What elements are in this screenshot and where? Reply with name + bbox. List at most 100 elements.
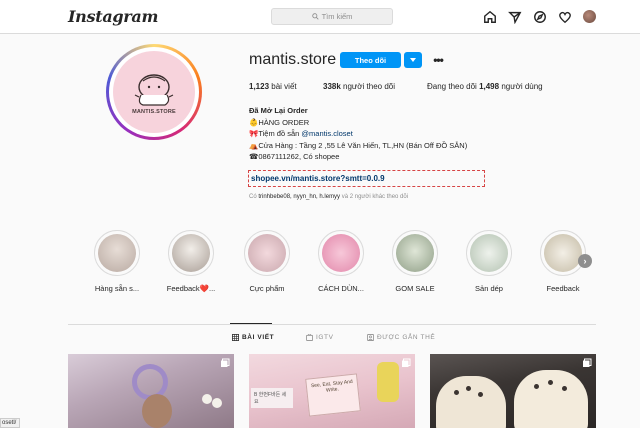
highlight-cover	[544, 234, 582, 272]
mantis-logo-icon	[134, 74, 174, 106]
post-image-detail	[478, 392, 483, 397]
highlight-item[interactable]: Sản dép	[460, 230, 518, 293]
highlight-ring	[540, 230, 586, 276]
tab-igtv-label: IGTV	[316, 334, 334, 341]
highlight-item[interactable]: Feedback❤️...	[162, 230, 220, 293]
bio-line: 👶HÀNG ORDER	[249, 117, 310, 127]
instagram-logo[interactable]: Instagram	[68, 7, 158, 26]
explore-icon[interactable]	[532, 9, 547, 24]
post-image-detail	[142, 394, 172, 428]
highlight-ring	[318, 230, 364, 276]
following-count-label: người dùng	[501, 82, 543, 91]
search-input[interactable]: Tìm kiếm	[271, 8, 393, 25]
story-highlights: Hàng sẵn s... Feedback❤️... Cực phẩm CÁC…	[88, 230, 588, 296]
highlight-cover	[396, 234, 434, 272]
status-bar-url: osetl/	[0, 418, 20, 428]
avatar	[583, 10, 596, 23]
followers-count[interactable]: 338k người theo dõi	[323, 82, 395, 91]
carousel-icon	[221, 358, 230, 367]
highlights-next-button[interactable]: ›	[578, 254, 592, 268]
posts-count-label: bài viết	[271, 82, 297, 91]
tab-posts-label: BÀI VIẾT	[242, 334, 275, 341]
highlight-label: CÁCH DÙN...	[318, 284, 364, 293]
highlight-ring	[168, 230, 214, 276]
post-thumbnail[interactable]	[430, 354, 596, 428]
post-card-text: B 한번F바든 세요	[251, 388, 293, 408]
highlight-label: Hàng sẵn s...	[94, 284, 140, 293]
post-image-detail	[202, 394, 212, 404]
post-image-detail	[436, 376, 506, 428]
highlight-ring	[466, 230, 512, 276]
bio-external-link[interactable]: shopee.vn/mantis.store?smtt=0.0.9	[248, 170, 485, 187]
post-image-detail	[548, 380, 553, 385]
tabs-divider	[68, 324, 596, 325]
post-image-detail	[466, 386, 471, 391]
home-icon[interactable]	[482, 9, 497, 24]
profile-avatar[interactable]	[582, 9, 597, 24]
bio-line: ☎0867111262, Có shopee	[249, 152, 340, 161]
highlight-label: Cực phẩm	[249, 284, 285, 293]
highlight-item[interactable]: GOM SALE	[386, 230, 444, 293]
profile-picture-ring[interactable]: MANTIS.STORE	[106, 44, 202, 140]
followed-by-text[interactable]: Có trinhbebe08, nyyn_hn, h.lemyy và 2 ng…	[249, 194, 408, 200]
grid-icon	[232, 334, 239, 341]
highlight-cover	[98, 234, 136, 272]
posts-count: 1,123 bài viết	[249, 82, 297, 91]
suggested-accounts-button[interactable]	[404, 52, 422, 68]
igtv-icon	[306, 334, 313, 341]
tab-igtv[interactable]: IGTV	[306, 334, 334, 341]
followed-by-suffix: và 2 người khác theo dõi	[341, 194, 409, 200]
post-image-detail	[514, 370, 588, 428]
highlight-ring	[94, 230, 140, 276]
bio-name: Đã Mở Lại Order	[249, 106, 308, 115]
followers-count-value: 338k	[323, 82, 341, 91]
post-thumbnail[interactable]: B 한번F바든 세요 See, Eat, Stay And Write.	[249, 354, 415, 428]
posts-count-value: 1,123	[249, 82, 270, 91]
highlight-cover	[172, 234, 210, 272]
more-options-button[interactable]: •••	[430, 52, 446, 68]
profile-picture: MANTIS.STORE	[113, 51, 195, 133]
tab-tagged[interactable]: ĐƯỢC GẮN THẺ	[367, 334, 435, 341]
followed-by-prefix: Có	[249, 194, 257, 200]
followers-count-label: người theo dõi	[343, 82, 395, 91]
highlight-cover	[470, 234, 508, 272]
post-image-detail	[454, 390, 459, 395]
profile-username: mantis.store	[249, 51, 337, 68]
carousel-icon	[402, 358, 411, 367]
carousel-icon	[583, 358, 592, 367]
highlight-item[interactable]: CÁCH DÙN...	[312, 230, 370, 293]
bio-line: 🎀Tiệm đồ sẵn @mantis.closet	[249, 128, 467, 140]
tab-posts[interactable]: BÀI VIẾT	[232, 334, 274, 341]
highlight-cover	[248, 234, 286, 272]
followed-by-names: trinhbebe08, nyyn_hn, h.lemyy	[258, 194, 341, 200]
tab-tagged-label: ĐƯỢC GẮN THẺ	[377, 334, 436, 341]
chevron-down-icon	[410, 58, 416, 62]
direct-message-icon[interactable]	[507, 9, 522, 24]
nav-icons	[482, 9, 597, 24]
highlight-label: GOM SALE	[395, 284, 435, 293]
following-count[interactable]: Đang theo dõi 1,498 người dùng	[427, 82, 543, 91]
highlight-label: Sản dép	[475, 284, 503, 293]
bio-mention-link[interactable]: @mantis.closet	[301, 129, 352, 138]
following-count-prefix: Đang theo dõi	[427, 82, 477, 91]
post-image-detail	[534, 384, 539, 389]
profile-picture-border: MANTIS.STORE	[109, 47, 199, 137]
post-image-detail	[377, 362, 399, 402]
highlight-item[interactable]: Cực phẩm	[238, 230, 296, 293]
post-image-detail	[562, 386, 567, 391]
tab-active-indicator	[230, 323, 272, 324]
highlight-ring	[244, 230, 290, 276]
follow-button[interactable]: Theo dõi	[340, 52, 401, 68]
tagged-icon	[367, 334, 374, 341]
bio-line-text: 🎀Tiệm đồ sẵn	[249, 129, 302, 138]
activity-heart-icon[interactable]	[557, 9, 572, 24]
bio-line: ⛺Cửa Hàng : Tầng 2 ,55 Lê Văn Hiến, TL,H…	[249, 140, 468, 150]
highlight-item[interactable]: Hàng sẵn s...	[88, 230, 146, 293]
post-sign-text: See, Eat, Stay And Write.	[305, 373, 361, 417]
post-thumbnail[interactable]	[68, 354, 234, 428]
highlight-ring	[392, 230, 438, 276]
highlight-label: Feedback❤️...	[166, 284, 216, 293]
following-count-value: 1,498	[479, 82, 500, 91]
highlight-label: Feedback	[546, 284, 580, 293]
search-placeholder: Tìm kiếm	[321, 12, 353, 21]
